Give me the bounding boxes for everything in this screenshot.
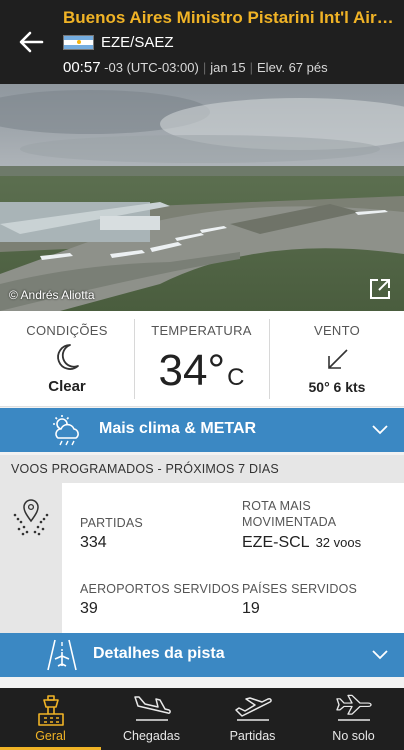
airport-codes: EZE/SAEZ bbox=[101, 34, 174, 51]
more-weather-label: Mais clima & METAR bbox=[99, 420, 257, 437]
moon-icon bbox=[57, 344, 79, 370]
airports-served-value: 39 bbox=[80, 600, 98, 617]
date: jan 15 bbox=[210, 60, 246, 75]
stats-icon-column bbox=[0, 483, 62, 633]
more-weather-button[interactable]: Mais clima & METAR bbox=[0, 408, 404, 452]
nav-label-partidas: Partidas bbox=[229, 729, 276, 743]
nav-tab-no-solo[interactable]: No solo bbox=[303, 688, 404, 750]
runway-details-label: Detalhes da pista bbox=[93, 645, 225, 662]
arrow-left-icon bbox=[19, 31, 44, 53]
countries-served-label: PAÍSES SERVIDOS bbox=[242, 582, 358, 596]
app-header: Buenos Aires Ministro Pistarini Int'l Ai… bbox=[0, 0, 404, 84]
busiest-route-value: EZE-SCL 32 voos bbox=[242, 534, 362, 551]
plane-ground-icon bbox=[335, 694, 372, 721]
chevron-down-icon bbox=[372, 650, 388, 660]
local-time: 00:57 bbox=[63, 59, 101, 76]
nav-tab-partidas[interactable]: Partidas bbox=[202, 688, 303, 750]
nav-label-chegadas: Chegadas bbox=[123, 729, 180, 743]
wind-value: 50° 6 kts bbox=[308, 379, 366, 395]
plane-takeoff-icon bbox=[234, 697, 272, 721]
busiest-route-label: ROTA MAIS MOVIMENTADA bbox=[242, 499, 337, 529]
nav-label-geral: Geral bbox=[35, 729, 66, 743]
timezone: -03 (UTC-03:00) bbox=[104, 60, 199, 75]
temperature-value: 34°C bbox=[158, 346, 245, 395]
airport-photo: © Andrés Aliotta bbox=[0, 84, 404, 311]
weather-panel: CONDIÇÕES Clear TEMPERATURA 34°C VENTO 5… bbox=[0, 311, 404, 407]
conditions-column: CONDIÇÕES Clear bbox=[0, 311, 134, 407]
back-button[interactable] bbox=[16, 28, 48, 56]
conditions-value: Clear bbox=[48, 378, 86, 395]
scheduled-flights-stats: PARTIDAS 334 ROTA MAIS MOVIMENTADA EZE-SC… bbox=[0, 483, 404, 633]
departures-label: PARTIDAS bbox=[80, 516, 143, 530]
runway-icon bbox=[47, 639, 77, 671]
bottom-navigation: Geral Chegadas Partidas No solo bbox=[0, 688, 404, 750]
countries-served-value: 19 bbox=[242, 600, 260, 617]
airport-aerial-image bbox=[0, 84, 404, 311]
scheduled-flights-heading: VOOS PROGRAMADOS - PRÓXIMOS 7 DIAS bbox=[0, 455, 404, 483]
open-external-icon bbox=[370, 279, 390, 299]
location-routes-icon bbox=[13, 499, 49, 536]
runway-details-button[interactable]: Detalhes da pista bbox=[0, 633, 404, 677]
airport-title: Buenos Aires Ministro Pistarini Int'l Ai… bbox=[63, 8, 399, 27]
elevation: Elev. 67 pés bbox=[257, 60, 328, 75]
nav-tab-chegadas[interactable]: Chegadas bbox=[101, 688, 202, 750]
airports-served-label: AEROPORTOS SERVIDOS bbox=[80, 582, 240, 596]
airport-tower-icon bbox=[37, 695, 64, 726]
nav-label-no-solo: No solo bbox=[332, 729, 375, 743]
open-external-button[interactable] bbox=[368, 277, 392, 301]
busiest-route-flights: 32 voos bbox=[315, 535, 362, 550]
wind-label: VENTO bbox=[313, 323, 361, 338]
wind-direction-arrow-icon bbox=[328, 349, 348, 369]
photo-credit: © Andrés Aliotta bbox=[9, 288, 95, 302]
chevron-down-icon bbox=[372, 425, 388, 435]
plane-landing-icon bbox=[133, 696, 171, 721]
nav-tab-geral[interactable]: Geral bbox=[0, 688, 101, 750]
temperature-column: TEMPERATURA 34°C bbox=[135, 311, 268, 407]
conditions-label: CONDIÇÕES bbox=[26, 323, 108, 338]
temperature-label: TEMPERATURA bbox=[151, 323, 252, 338]
argentina-flag-icon bbox=[63, 35, 94, 50]
departures-value: 334 bbox=[80, 534, 107, 551]
airport-info-line: 00:57 -03 (UTC-03:00) | jan 15 | Elev. 67 pé… bbox=[63, 59, 328, 76]
wind-column: VENTO 50° 6 kts bbox=[270, 311, 404, 407]
temperature-unit: C bbox=[227, 364, 245, 391]
cloud-sun-icon bbox=[53, 415, 79, 446]
